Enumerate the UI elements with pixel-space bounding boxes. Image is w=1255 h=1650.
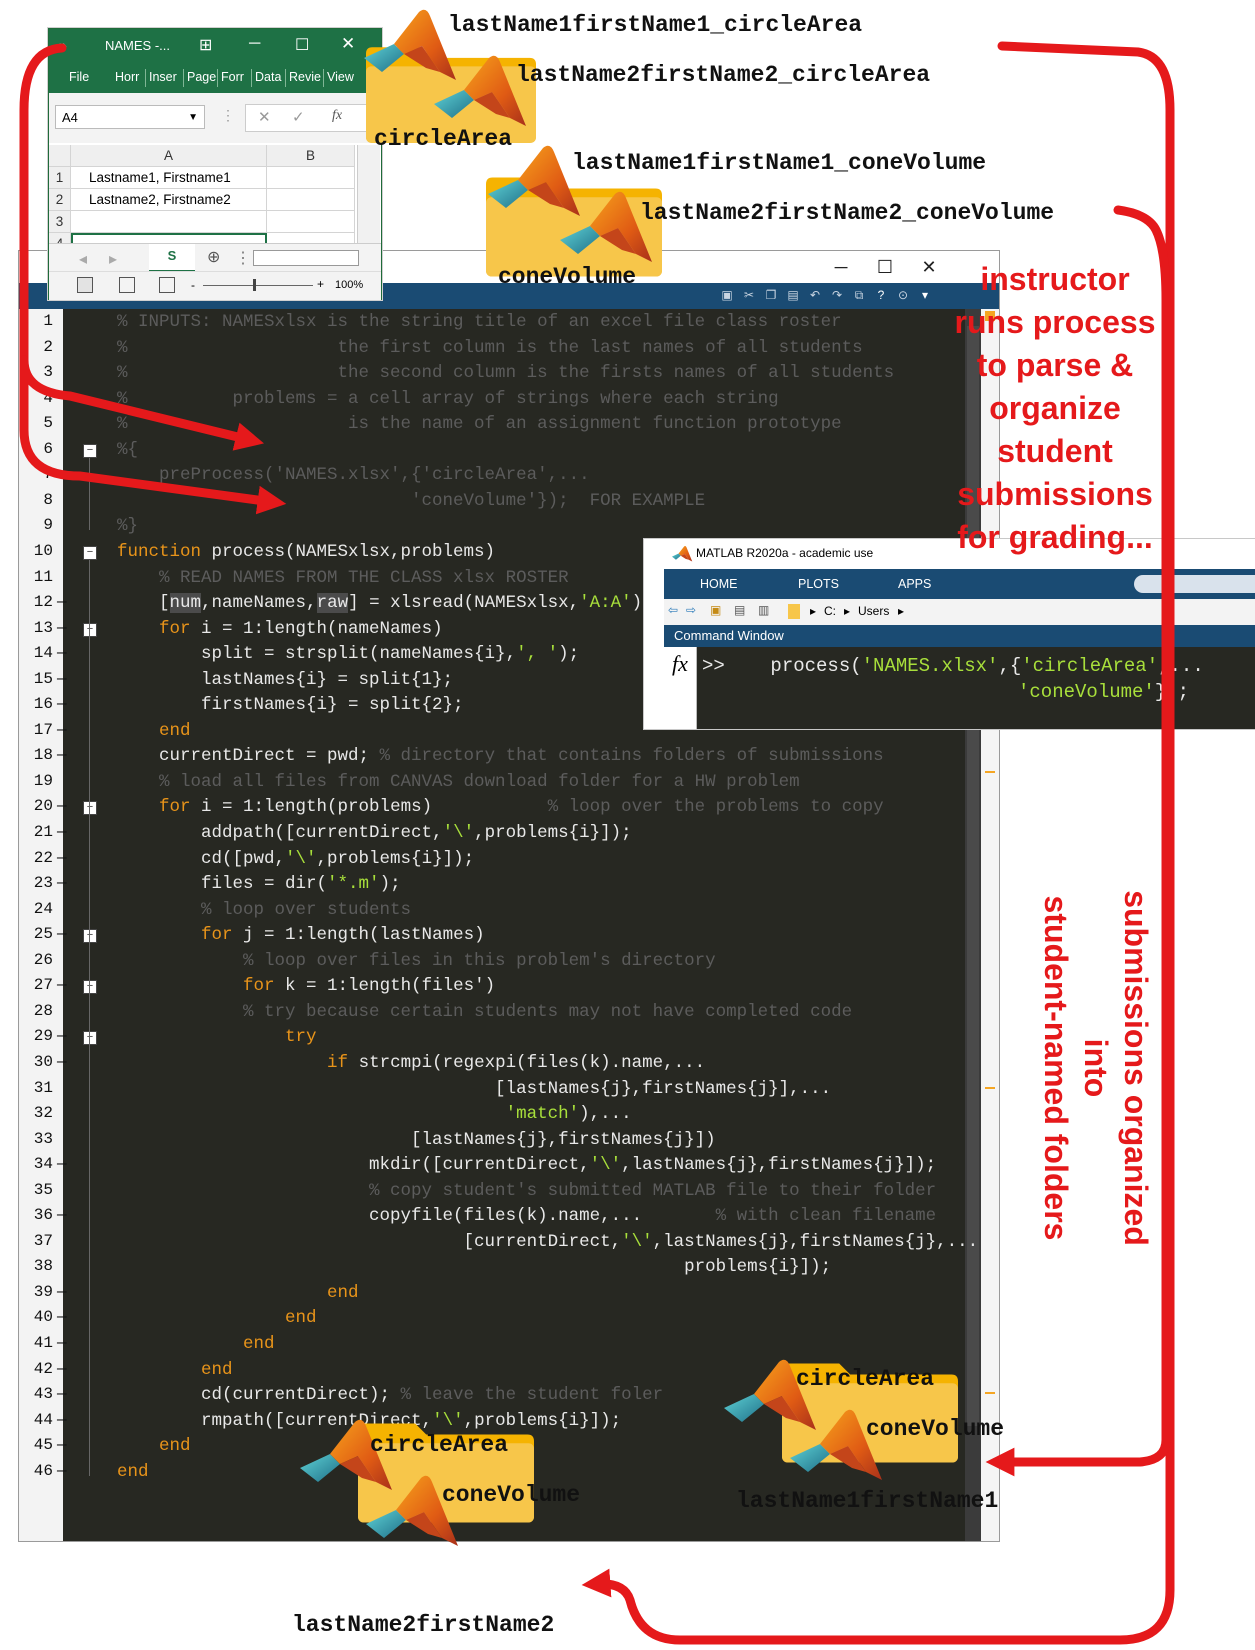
annotation-line: to parse & <box>976 347 1134 383</box>
organized-annotation: submissions organized into student-named… <box>1038 863 1156 1273</box>
annotation-line: submissions <box>957 476 1153 512</box>
excel-to-code-arrow-2 <box>19 355 287 515</box>
annotation-line: instructor <box>980 261 1130 297</box>
annotation-line: submissions organized into <box>1078 890 1154 1246</box>
annotation-line: runs process <box>954 304 1156 340</box>
flow-arrows <box>19 41 1175 1645</box>
excel-to-code-arrow-1 <box>19 43 264 451</box>
annotation-line: organize <box>989 390 1121 426</box>
annotation-line: student <box>997 433 1113 469</box>
annotation-line: student-named folders <box>1038 895 1074 1241</box>
annotation-line: for grading... <box>957 519 1153 555</box>
instructor-annotation: instructor runs process to parse & organ… <box>950 258 1160 559</box>
